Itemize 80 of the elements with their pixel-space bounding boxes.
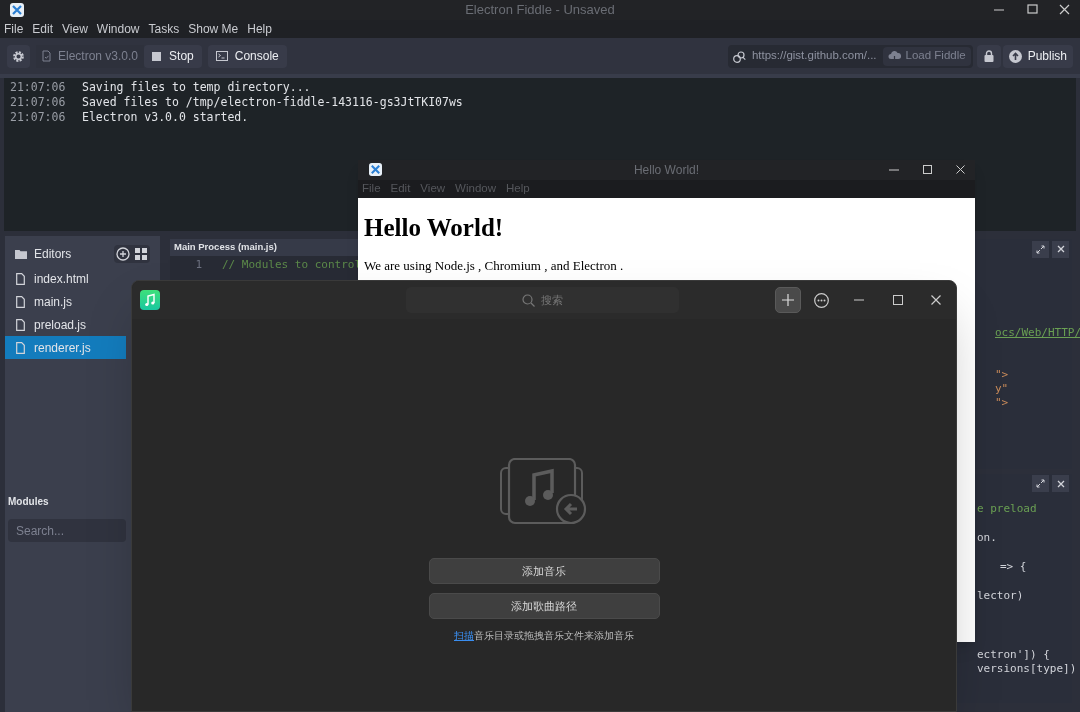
terminal-icon xyxy=(215,51,228,61)
publish-button[interactable]: Publish xyxy=(1002,44,1073,68)
console-button[interactable]: Console xyxy=(207,44,287,68)
menu-item[interactable]: Edit xyxy=(32,20,54,38)
log-message: Electron v3.0.0 started. xyxy=(82,109,249,126)
expand-icon[interactable] xyxy=(1032,475,1049,492)
log-message: Saving files to temp directory... xyxy=(82,78,311,96)
code-text: e preload xyxy=(977,500,1037,517)
close-icon[interactable] xyxy=(956,165,965,174)
code-text: lector) xyxy=(977,588,1024,605)
grid-icon[interactable] xyxy=(134,247,148,261)
app-logo-icon xyxy=(10,3,24,17)
search-icon xyxy=(522,293,535,307)
more-icon[interactable] xyxy=(814,292,829,308)
menu-item[interactable]: Help xyxy=(247,20,272,38)
sidebar-file[interactable]: main.js xyxy=(5,290,126,313)
page-heading: Hello World! xyxy=(364,213,504,243)
menu-item[interactable]: Tasks xyxy=(148,20,180,38)
cloud-download-icon xyxy=(887,50,901,62)
music-folder-icon xyxy=(500,458,588,526)
close-icon[interactable] xyxy=(1052,240,1069,258)
search-field[interactable]: Search... xyxy=(8,519,126,542)
close-icon[interactable] xyxy=(931,295,941,305)
menu-item[interactable]: Show Me xyxy=(188,20,239,38)
code-text: => { xyxy=(1000,558,1027,575)
page-text: We are using Node.js , Chromium , and Electron . xyxy=(364,257,624,275)
expand-icon[interactable] xyxy=(1032,240,1049,258)
code-text: y" xyxy=(995,381,1009,397)
sidebar-file[interactable]: renderer.js xyxy=(5,336,126,359)
add-music-button[interactable]: 添加歌曲路径 xyxy=(428,593,660,619)
sidebar-heading: Editors xyxy=(34,246,72,263)
log-time: 21:07:06 xyxy=(10,93,67,111)
editor-title: Main Process (main.js) xyxy=(174,240,277,255)
add-button[interactable] xyxy=(775,287,801,313)
search-people-icon xyxy=(732,49,746,63)
file-icon xyxy=(16,295,25,308)
hint-text: 扫描音乐目录或拖拽音乐文件来添加音乐 xyxy=(454,629,634,643)
log-time: 21:07:06 xyxy=(10,78,67,96)
settings-button[interactable] xyxy=(7,44,30,68)
lock-icon xyxy=(983,50,994,62)
sidebar-file[interactable]: index.html xyxy=(5,267,126,290)
file-icon xyxy=(16,318,25,331)
code-text: "> xyxy=(995,367,1009,383)
sidebar-heading: Modules xyxy=(7,495,50,509)
plus-icon xyxy=(782,294,794,306)
window-title: Hello World! xyxy=(633,163,700,177)
code-comment: // Modules to control xyxy=(222,256,362,273)
add-music-button[interactable]: 添加音乐 xyxy=(428,558,660,584)
app-logo-icon xyxy=(369,163,382,176)
maximize-icon[interactable] xyxy=(923,165,932,174)
music-app-icon xyxy=(140,290,160,310)
lock-button[interactable] xyxy=(976,44,1001,68)
menu-item[interactable]: View xyxy=(62,20,88,38)
code-text: on. xyxy=(977,529,997,546)
code-text: versions[type]) xyxy=(977,661,1077,678)
close-icon[interactable] xyxy=(1059,4,1070,15)
code-text: ectron']) { xyxy=(977,646,1050,663)
file-check-icon xyxy=(42,50,51,62)
menu-item[interactable]: File xyxy=(4,20,24,38)
code-text: "> xyxy=(995,395,1009,411)
folder-icon xyxy=(15,249,28,259)
code-text: ocs/Web/HTTP/ xyxy=(995,325,1080,341)
stop-icon xyxy=(152,51,162,61)
scan-link[interactable]: 扫描 xyxy=(454,630,474,641)
file-icon xyxy=(16,341,25,354)
menu-item[interactable]: Window xyxy=(96,20,140,38)
log-time: 21:07:06 xyxy=(10,108,67,126)
gist-url-field[interactable]: https://gist.github.com/... Load Fiddle xyxy=(727,44,973,68)
gear-icon xyxy=(12,49,25,63)
log-message: Saved files to /tmp/electron-fiddle-143116-gs3JtTKI07ws xyxy=(82,94,463,111)
stop-button[interactable]: Stop xyxy=(144,44,202,68)
close-icon[interactable] xyxy=(1052,475,1069,492)
file-icon xyxy=(16,272,25,285)
maximize-icon[interactable] xyxy=(893,295,903,305)
window-title: Electron Fiddle - Unsaved xyxy=(465,2,615,18)
maximize-icon[interactable] xyxy=(1027,4,1038,15)
line-number: 1 xyxy=(194,256,202,273)
sidebar-file[interactable]: preload.js xyxy=(5,313,126,336)
add-icon[interactable] xyxy=(116,247,130,261)
upload-icon xyxy=(1008,49,1022,63)
